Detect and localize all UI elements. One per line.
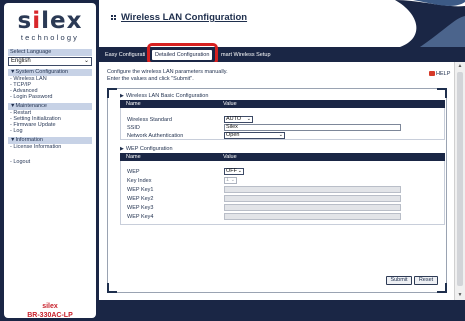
basic-table: Wireless Standard AUTO ⌄ SSID Silex Netwo… [120,108,445,140]
menu-maintenance[interactable]: ▼Maintenance [8,103,92,110]
submit-button[interactable]: Submit [386,276,412,285]
triangle-right-icon: ▶ [120,93,124,99]
tab-detailed-configuration[interactable]: Detailed Configuration [152,50,213,60]
basic-section-title: ▶ Wireless LAN Basic Configuration [120,93,209,99]
column-header-value: Value [223,101,237,107]
logo-tagline: technology [20,33,80,42]
wep-key2-input[interactable] [224,195,401,202]
main-content: Configure the wireless LAN parameters ma… [99,62,454,300]
row-label-wep-key2: WEP Key2 [127,196,154,202]
sidebar: silex technology Select Language English… [0,0,99,321]
triangle-right-icon: ▶ [120,146,124,152]
language-select[interactable]: English ⌄ [8,57,92,66]
instruction-line: Configure the wireless LAN parameters ma… [107,69,228,75]
grid-icon [111,15,117,21]
basic-table-header: Name Value [120,100,445,108]
vertical-scrollbar[interactable]: ▲ ▼ [454,62,465,300]
brand-name: silex [42,303,58,310]
page-footer [99,300,465,321]
settings-frame: ▶ Wireless LAN Basic Configuration Name V… [107,88,447,293]
help-link[interactable]: HELP [429,71,450,77]
tab-smart-wireless-setup[interactable]: mart Wireless Setup [221,50,271,60]
ssid-input[interactable]: Silex [224,124,401,131]
wep-key3-input[interactable] [224,204,401,211]
menu-system-configuration[interactable]: ▼System Configuration [8,69,92,76]
model-name: BR-330AC-LP [27,312,73,319]
menu-item-license-information[interactable]: - License Information [10,144,61,150]
column-header-value: Value [223,154,237,160]
network-authentication-select[interactable]: Open ⌄ [224,132,285,139]
key-index-select[interactable]: 1 ⌄ [224,177,237,184]
page-title: Wireless LAN Configuration [121,12,248,23]
reset-button[interactable]: Reset [414,276,438,285]
row-label-ssid: SSID [127,125,140,131]
language-select-value: English [11,58,31,64]
scroll-up-arrow-icon[interactable]: ▲ [456,63,464,70]
chevron-down-icon: ⌄ [246,116,251,122]
row-label-wep-key1: WEP Key1 [127,187,154,193]
tab-easy-configuration[interactable]: Easy Configurati [105,50,145,60]
menu-item-log[interactable]: - Log [10,128,23,134]
logo-wordmark: silex [17,8,83,34]
select-language-label: Select Language [8,49,92,56]
help-icon [429,71,435,76]
instruction-line: Enter the values and click "Submit". [107,75,194,82]
chevron-down-icon: ⌄ [83,58,89,64]
tab-bar: Easy Configurati Detailed Configuration … [99,47,465,62]
row-label-wireless-standard: Wireless Standard [127,117,172,123]
menu-information[interactable]: ▼Information [8,137,92,144]
row-label-wep-key4: WEP Key4 [127,214,154,220]
wep-table-header: Name Value [120,153,445,161]
scrollbar-thumb[interactable] [457,72,463,286]
row-label-key-index: Key Index [127,178,152,184]
chevron-down-icon: ⌄ [230,177,235,183]
wireless-standard-select[interactable]: AUTO ⌄ [224,116,253,123]
menu-item-login-password[interactable]: - Login Password [10,94,53,100]
wep-section-title: ▶ WEP Configuration [120,146,173,152]
wep-table: WEP OFF ⌄ Key Index 1 ⌄ WEP Key1 WEP Key2 … [120,161,445,225]
chevron-down-icon: ⌄ [278,132,283,138]
silex-logo: silex technology [8,8,92,42]
row-label-network-authentication: Network Authentication [127,133,184,139]
row-label-wep-key3: WEP Key3 [127,205,154,211]
chevron-down-icon: ⌄ [237,168,242,174]
wep-key1-input[interactable] [224,186,401,193]
column-header-name: Name [126,154,141,160]
scroll-down-arrow-icon[interactable]: ▼ [456,292,464,299]
wep-key4-input[interactable] [224,213,401,220]
decorative-swoosh [395,0,465,47]
logout-link[interactable]: - Logout [10,159,30,165]
instructions: Configure the wireless LAN parameters ma… [107,69,228,82]
wep-select[interactable]: OFF ⌄ [224,168,244,175]
help-label: HELP [436,71,451,77]
row-label-wep: WEP [127,169,140,175]
sidebar-panel: silex technology Select Language English… [4,3,96,319]
page-header: Wireless LAN Configuration [99,0,465,47]
column-header-name: Name [126,101,141,107]
